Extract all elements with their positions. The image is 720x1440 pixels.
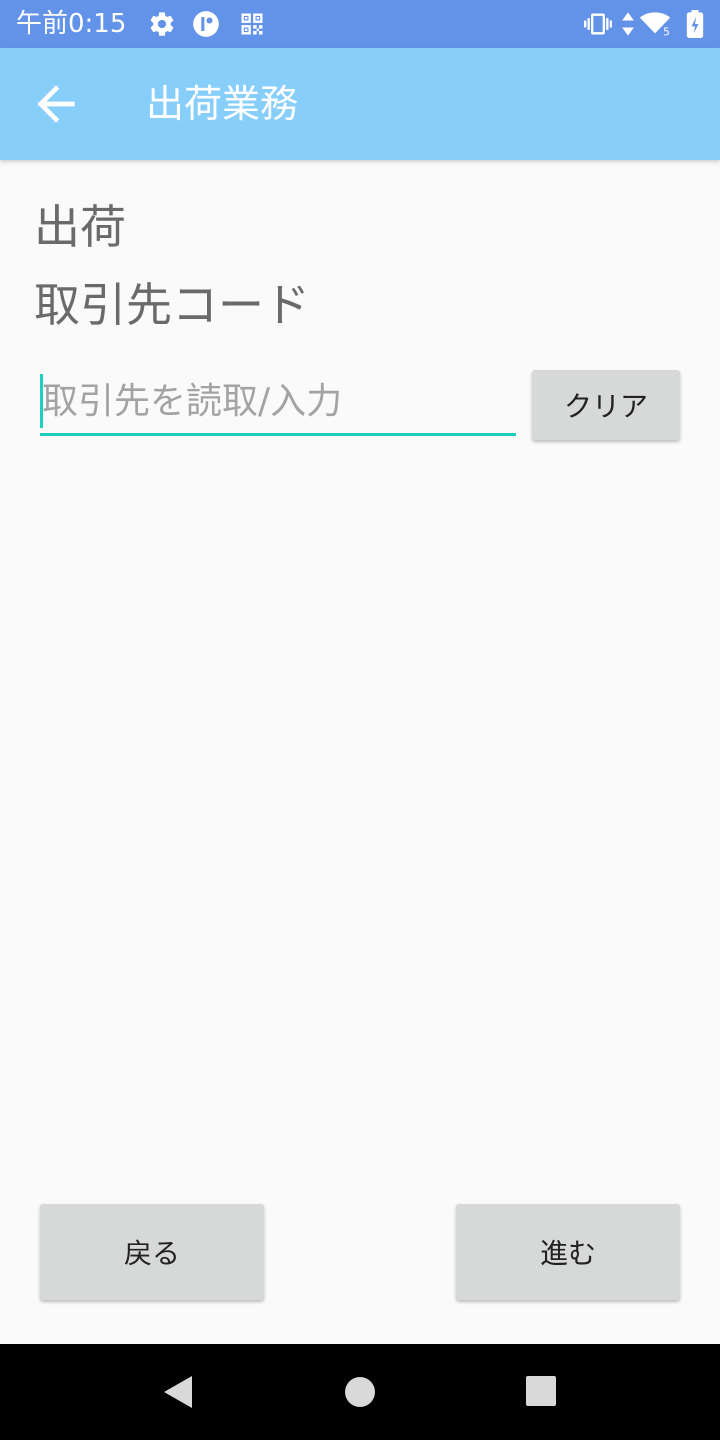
clear-button[interactable]: クリア <box>532 370 680 440</box>
qr-code-icon <box>238 10 266 38</box>
nav-recents-icon[interactable] <box>522 1372 562 1412</box>
data-arrows-icon <box>618 10 638 38</box>
navigation-bar <box>0 1344 720 1440</box>
customer-code-input[interactable] <box>40 370 518 433</box>
battery-charging-icon <box>684 10 706 38</box>
page-title: 出荷業務 <box>146 82 299 126</box>
wifi-badge: 5 <box>663 27 670 38</box>
app-bar: 出荷業務 <box>0 48 720 160</box>
gear-icon <box>148 10 176 38</box>
next-button[interactable]: 進む <box>456 1204 680 1300</box>
arrow-left-icon[interactable] <box>28 76 84 132</box>
vibrate-icon <box>584 10 612 38</box>
status-time: 午前0:15 <box>16 9 127 39</box>
nav-home-icon[interactable] <box>340 1372 380 1412</box>
nav-back-icon[interactable] <box>158 1372 198 1412</box>
app-indicator-icon <box>192 10 220 38</box>
back-button[interactable]: 戻る <box>40 1204 264 1300</box>
customer-code-field <box>40 370 518 436</box>
status-bar: 午前0:15 5 <box>0 0 720 48</box>
shipping-screen: 午前0:15 5 出荷業務 出荷 取引先コード 取引先を読取/入力 クリア 戻る… <box>0 0 720 1440</box>
wifi-icon: 5 <box>638 10 672 38</box>
text-cursor <box>40 374 43 428</box>
section-label: 出荷 <box>34 200 126 254</box>
field-label: 取引先コード <box>34 278 310 332</box>
